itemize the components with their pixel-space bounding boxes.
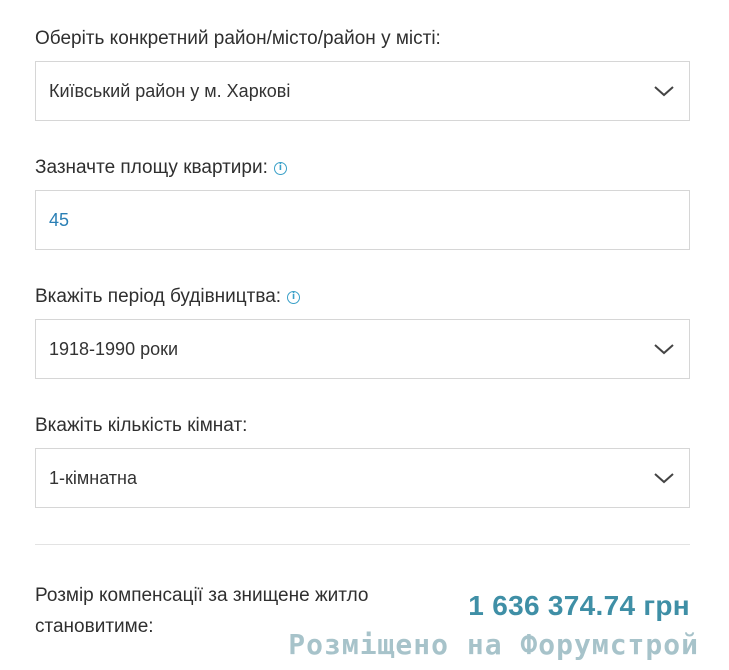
- period-label-text: Вкажіть період будівництва:: [35, 286, 282, 307]
- result-value: 1 636 374.74 грн: [468, 590, 690, 621]
- divider: [35, 544, 690, 545]
- period-selected-value: 1918-1990 роки: [49, 338, 179, 359]
- period-select[interactable]: 1918-1990 роки: [35, 319, 690, 379]
- district-select[interactable]: Київський район у м. Харкові: [35, 61, 690, 121]
- watermark: Розміщено на Форумстрой: [288, 628, 699, 661]
- info-icon[interactable]: i: [287, 290, 301, 304]
- rooms-label-text: Вкажіть кількість кімнат:: [35, 415, 248, 436]
- area-field[interactable]: [35, 190, 690, 250]
- chevron-down-icon: [654, 86, 674, 97]
- district-label: Оберіть конкретний район/місто/район у м…: [35, 28, 441, 50]
- info-icon[interactable]: i: [273, 161, 287, 175]
- period-label: Вкажіть період будівництва: i: [35, 286, 301, 308]
- chevron-down-icon: [654, 344, 674, 355]
- rooms-label: Вкажіть кількість кімнат:: [35, 415, 247, 437]
- area-label-text: Зазначте площу квартири:: [35, 157, 268, 178]
- chevron-down-icon: [654, 473, 674, 484]
- area-label: Зазначте площу квартири: i: [35, 157, 287, 179]
- district-label-text: Оберіть конкретний район/місто/район у м…: [35, 28, 441, 49]
- area-input[interactable]: [49, 209, 649, 231]
- rooms-select[interactable]: 1-кімнатна: [35, 448, 690, 508]
- district-selected-value: Київський район у м. Харкові: [49, 80, 291, 101]
- rooms-selected-value: 1-кімнатна: [49, 467, 138, 488]
